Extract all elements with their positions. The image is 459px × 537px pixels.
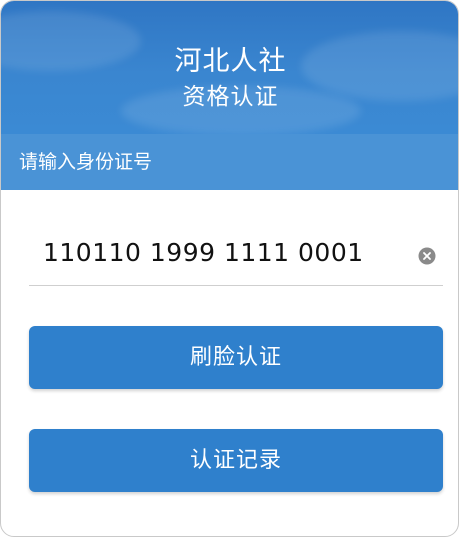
face-auth-button[interactable]: 刷脸认证 [29, 326, 443, 389]
app-header: 河北人社 资格认证 [1, 1, 458, 134]
auth-records-button[interactable]: 认证记录 [29, 429, 443, 492]
app-title: 河北人社 [174, 46, 287, 77]
id-number-field[interactable]: 110110 1999 1111 0001 [29, 226, 443, 286]
id-number-value[interactable]: 110110 1999 1111 0001 [43, 238, 364, 267]
id-input-hint: 请输入身份证号 [1, 134, 458, 190]
app-screen: 河北人社 资格认证 请输入身份证号 110110 1999 1111 0001 … [0, 0, 459, 537]
clear-circle-icon[interactable] [418, 247, 436, 265]
app-subtitle: 资格认证 [182, 84, 279, 110]
